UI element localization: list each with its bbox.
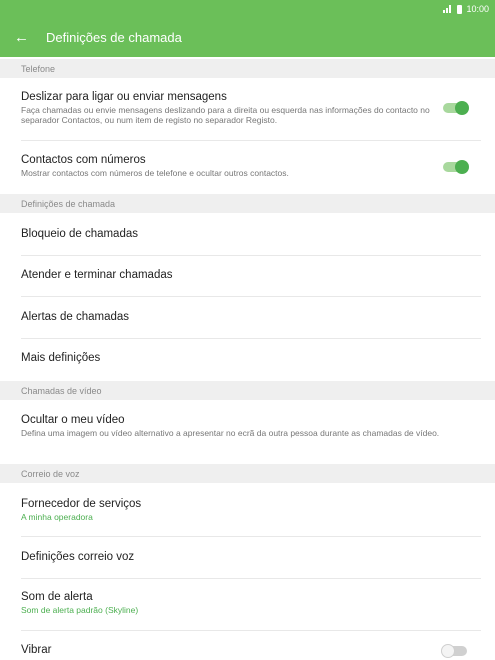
divider [21,296,481,297]
page-title: Definições de chamada [46,30,182,45]
setting-swipe-to-call[interactable]: Deslizar para ligar ou enviar mensagens … [21,91,481,125]
contacts-toggle[interactable] [443,160,469,174]
setting-title: Deslizar para ligar ou enviar mensagens [21,91,227,103]
setting-more-settings[interactable]: Mais definições [21,352,481,364]
setting-call-alerts[interactable]: Alertas de chamadas [21,311,481,323]
setting-title: Alertas de chamadas [21,311,130,323]
setting-title: Contactos com números [21,154,146,166]
setting-answer-end-calls[interactable]: Atender e terminar chamadas [21,269,481,281]
setting-voicemail-settings[interactable]: Definições correio voz [21,551,481,563]
setting-title: Vibrar [21,644,52,656]
setting-title: Definições correio voz [21,551,135,563]
toggle-knob [455,101,469,115]
setting-title: Fornecedor de serviços [21,498,142,510]
section-header-voicemail: Correio de voz [0,464,495,483]
setting-contacts-with-numbers[interactable]: Contactos com números Mostrar contactos … [21,154,481,178]
setting-value: A minha operadora [21,512,93,522]
setting-title: Mais definições [21,352,101,364]
setting-hide-my-video[interactable]: Ocultar o meu vídeo Defina uma imagem ou… [21,414,481,438]
app-bar: ← Definições de chamada [0,18,495,57]
setting-title: Som de alerta [21,591,93,603]
toggle-knob [455,160,469,174]
toggle-knob [441,644,455,658]
setting-value: Som de alerta padrão (Skyline) [21,605,139,615]
status-bar: 10:00 [0,0,495,18]
status-time: 10:00 [466,4,489,14]
swipe-toggle[interactable] [443,101,469,115]
setting-service-provider[interactable]: Fornecedor de serviços A minha operadora [21,498,481,522]
divider [21,630,481,631]
setting-description: Faça chamadas ou envie mensagens desliza… [21,105,430,125]
vibrate-toggle[interactable] [441,644,467,658]
setting-title: Bloqueio de chamadas [21,228,138,240]
setting-call-blocking[interactable]: Bloqueio de chamadas [21,228,481,240]
divider [21,338,481,339]
setting-description: Defina uma imagem ou vídeo alternativo a… [21,428,440,438]
signal-icon [443,5,453,13]
battery-icon [457,4,463,14]
setting-title: Ocultar o meu vídeo [21,414,125,426]
divider [21,140,481,141]
section-header-telefone: Telefone [0,59,495,78]
divider [21,536,481,537]
setting-title: Atender e terminar chamadas [21,269,173,281]
setting-alert-sound[interactable]: Som de alerta Som de alerta padrão (Skyl… [21,591,481,615]
divider [21,255,481,256]
divider [21,578,481,579]
section-header-video-calls: Chamadas de vídeo [0,381,495,400]
setting-vibrate[interactable]: Vibrar [21,644,481,656]
section-header-call-settings: Definições de chamada [0,194,495,213]
back-arrow-icon[interactable]: ← [14,30,32,45]
setting-description: Mostrar contactos com números de telefon… [21,168,289,178]
